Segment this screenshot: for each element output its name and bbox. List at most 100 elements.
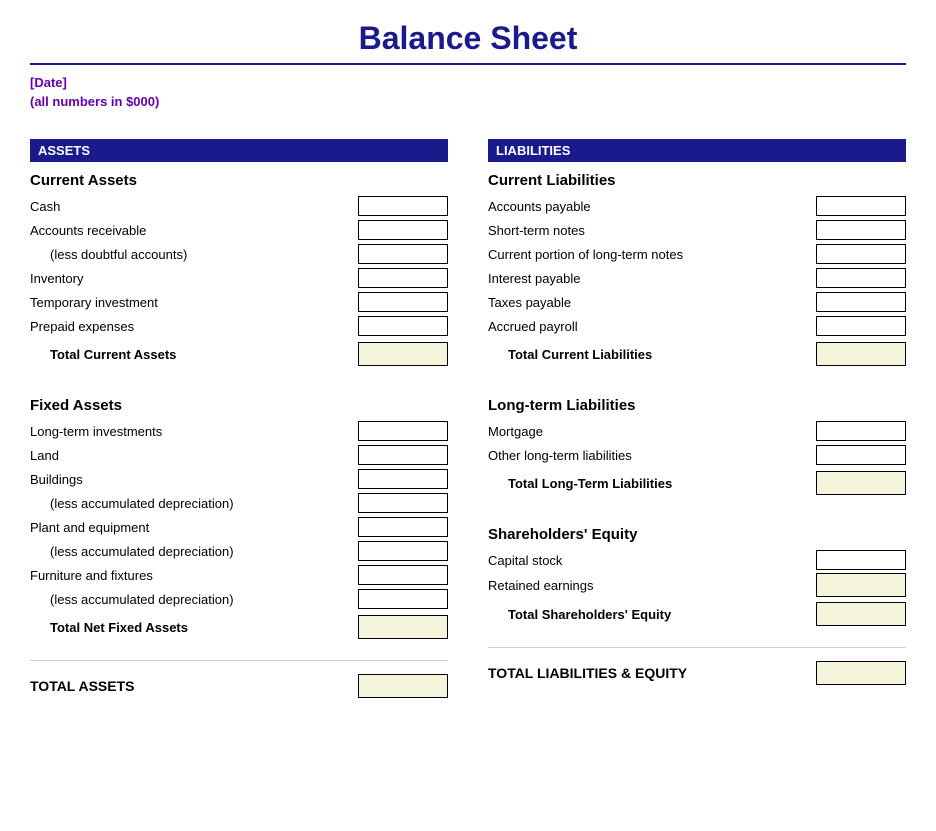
total-current-liabilities-input[interactable]: [816, 342, 906, 366]
liabilities-header: LIABILITIES: [488, 139, 906, 162]
prepaid-expenses-input[interactable]: [358, 316, 448, 336]
current-portion-longterm-input[interactable]: [816, 244, 906, 264]
inventory-label: Inventory: [30, 271, 358, 286]
plant-equipment-input[interactable]: [358, 517, 448, 537]
accounts-receivable-label: Accounts receivable: [30, 223, 358, 238]
inventory-input[interactable]: [358, 268, 448, 288]
prepaid-expenses-row: Prepaid expenses: [30, 315, 448, 337]
retained-earnings-input[interactable]: [816, 573, 906, 597]
short-term-notes-input[interactable]: [816, 220, 906, 240]
total-net-fixed-assets-label: Total Net Fixed Assets: [30, 620, 358, 635]
assets-header: ASSETS: [30, 139, 448, 162]
longterm-investments-label: Long-term investments: [30, 424, 358, 439]
less-accum-dep-buildings-row: (less accumulated depreciation): [30, 492, 448, 514]
less-accum-dep-furniture-label: (less accumulated depreciation): [30, 592, 358, 607]
page-title: Balance Sheet: [30, 20, 906, 57]
interest-payable-input[interactable]: [816, 268, 906, 288]
total-current-assets-input[interactable]: [358, 342, 448, 366]
less-accum-dep-furniture-row: (less accumulated depreciation): [30, 588, 448, 610]
longterm-liabilities-title: Long-term Liabilities: [488, 397, 906, 414]
less-accum-dep-plant-label: (less accumulated depreciation): [30, 544, 358, 559]
accounts-payable-input[interactable]: [816, 196, 906, 216]
taxes-payable-input[interactable]: [816, 292, 906, 312]
buildings-input[interactable]: [358, 469, 448, 489]
furniture-fixtures-input[interactable]: [358, 565, 448, 585]
cash-input[interactable]: [358, 196, 448, 216]
total-assets-label: TOTAL ASSETS: [30, 678, 358, 694]
fixed-assets-title: Fixed Assets: [30, 397, 448, 414]
interest-payable-row: Interest payable: [488, 267, 906, 289]
short-term-notes-row: Short-term notes: [488, 219, 906, 241]
land-label: Land: [30, 448, 358, 463]
buildings-label: Buildings: [30, 472, 358, 487]
accounts-receivable-input[interactable]: [358, 220, 448, 240]
taxes-payable-row: Taxes payable: [488, 291, 906, 313]
mortgage-label: Mortgage: [488, 424, 816, 439]
land-input[interactable]: [358, 445, 448, 465]
mortgage-row: Mortgage: [488, 420, 906, 442]
total-liabilities-equity-input[interactable]: [816, 661, 906, 685]
temp-investment-input[interactable]: [358, 292, 448, 312]
furniture-fixtures-row: Furniture and fixtures: [30, 564, 448, 586]
temp-investment-label: Temporary investment: [30, 295, 358, 310]
capital-stock-label: Capital stock: [488, 553, 816, 568]
total-net-fixed-assets-row: Total Net Fixed Assets: [30, 614, 448, 640]
total-shareholders-equity-row: Total Shareholders' Equity: [488, 601, 906, 627]
plant-equipment-label: Plant and equipment: [30, 520, 358, 535]
accounts-payable-label: Accounts payable: [488, 199, 816, 214]
shareholders-equity-title: Shareholders' Equity: [488, 526, 906, 543]
total-shareholders-equity-label: Total Shareholders' Equity: [488, 607, 816, 622]
less-accum-dep-buildings-input[interactable]: [358, 493, 448, 513]
interest-payable-label: Interest payable: [488, 271, 816, 286]
mortgage-input[interactable]: [816, 421, 906, 441]
total-current-liabilities-row: Total Current Liabilities: [488, 341, 906, 367]
total-longterm-liabilities-label: Total Long-Term Liabilities: [488, 476, 816, 491]
current-liabilities-title: Current Liabilities: [488, 172, 906, 189]
current-portion-longterm-row: Current portion of long-term notes: [488, 243, 906, 265]
other-longterm-label: Other long-term liabilities: [488, 448, 816, 463]
capital-stock-input[interactable]: [816, 550, 906, 570]
buildings-row: Buildings: [30, 468, 448, 490]
total-assets-input[interactable]: [358, 674, 448, 698]
accrued-payroll-label: Accrued payroll: [488, 319, 816, 334]
cash-row: Cash: [30, 195, 448, 217]
total-shareholders-equity-input[interactable]: [816, 602, 906, 626]
current-assets-title: Current Assets: [30, 172, 448, 189]
total-longterm-liabilities-input[interactable]: [816, 471, 906, 495]
longterm-investments-row: Long-term investments: [30, 420, 448, 442]
less-accum-dep-furniture-input[interactable]: [358, 589, 448, 609]
total-current-liabilities-label: Total Current Liabilities: [488, 347, 816, 362]
total-current-assets-row: Total Current Assets: [30, 341, 448, 367]
total-liabilities-equity-section: TOTAL LIABILITIES & EQUITY: [488, 647, 906, 688]
furniture-fixtures-label: Furniture and fixtures: [30, 568, 358, 583]
less-accum-dep-plant-row: (less accumulated depreciation): [30, 540, 448, 562]
date-subtitle: [Date]: [30, 75, 906, 90]
cash-label: Cash: [30, 199, 358, 214]
current-portion-longterm-label: Current portion of long-term notes: [488, 247, 816, 262]
total-assets-section: TOTAL ASSETS: [30, 660, 448, 701]
total-longterm-liabilities-row: Total Long-Term Liabilities: [488, 470, 906, 496]
total-liabilities-equity-row: TOTAL LIABILITIES & EQUITY: [488, 658, 906, 688]
numbers-subtitle: (all numbers in $000): [30, 94, 906, 109]
total-net-fixed-assets-input[interactable]: [358, 615, 448, 639]
liabilities-column: LIABILITIES Current Liabilities Accounts…: [488, 139, 906, 701]
accrued-payroll-input[interactable]: [816, 316, 906, 336]
accounts-payable-row: Accounts payable: [488, 195, 906, 217]
less-doubtful-row: (less doubtful accounts): [30, 243, 448, 265]
total-assets-row: TOTAL ASSETS: [30, 671, 448, 701]
less-accum-dep-plant-input[interactable]: [358, 541, 448, 561]
retained-earnings-row: Retained earnings: [488, 573, 906, 597]
retained-earnings-label: Retained earnings: [488, 578, 816, 593]
other-longterm-input[interactable]: [816, 445, 906, 465]
other-longterm-row: Other long-term liabilities: [488, 444, 906, 466]
less-doubtful-input[interactable]: [358, 244, 448, 264]
taxes-payable-label: Taxes payable: [488, 295, 816, 310]
plant-equipment-row: Plant and equipment: [30, 516, 448, 538]
assets-column: ASSETS Current Assets Cash Accounts rece…: [30, 139, 448, 701]
longterm-investments-input[interactable]: [358, 421, 448, 441]
land-row: Land: [30, 444, 448, 466]
accrued-payroll-row: Accrued payroll: [488, 315, 906, 337]
inventory-row: Inventory: [30, 267, 448, 289]
capital-stock-row: Capital stock: [488, 549, 906, 571]
total-liabilities-equity-label: TOTAL LIABILITIES & EQUITY: [488, 665, 816, 681]
